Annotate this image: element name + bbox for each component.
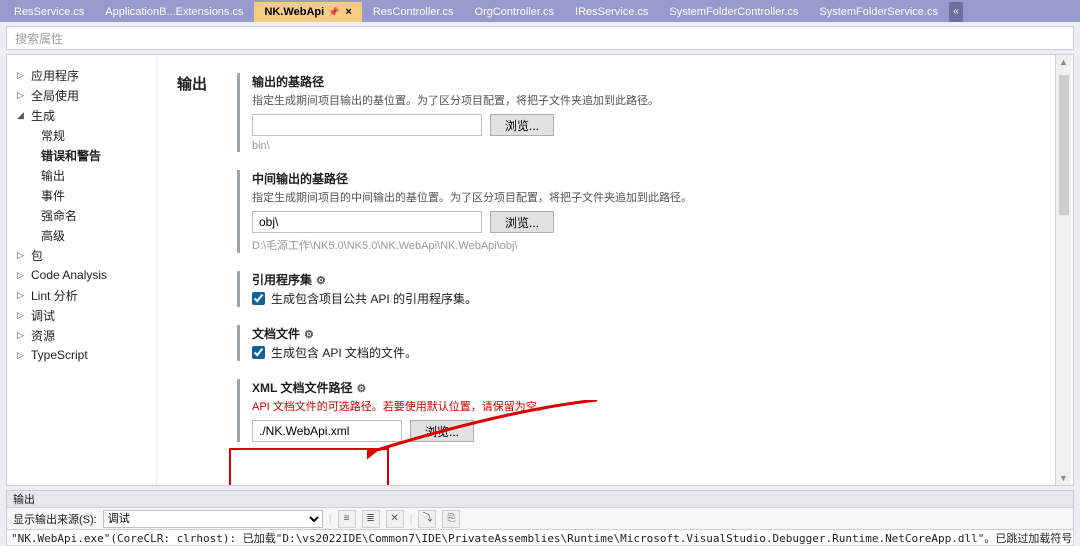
label-refasm-title: 引用程序集 xyxy=(252,273,312,287)
gear-icon[interactable]: ⚙ xyxy=(356,383,366,395)
sidebar-item-advanced[interactable]: 高级 xyxy=(17,225,152,245)
output-source-label: 显示输出来源(S): xyxy=(13,511,97,527)
label-output-base-desc: 指定生成期间项目输出的基位置。为了区分项目配置，将把子文件夹追加到此路径。 xyxy=(252,92,1053,108)
property-page: ▷应用程序 ▷全局使用 ◢生成 常规 错误和警告 输出 事件 强命名 高级 ▷包… xyxy=(6,54,1074,486)
scroll-up-icon[interactable]: ▲ xyxy=(1057,55,1070,69)
tab-iresservice[interactable]: IResService.cs xyxy=(565,2,658,22)
toolbar-btn-3[interactable]: ✕ xyxy=(386,510,404,528)
editor-tabbar: ResService.cs ApplicationB...Extensions.… xyxy=(0,0,1080,22)
output-source-select[interactable]: 调试 xyxy=(103,510,323,528)
chevron-right-icon: ▷ xyxy=(17,330,29,341)
tab-resservice[interactable]: ResService.cs xyxy=(4,2,94,22)
input-intermediate-base[interactable] xyxy=(252,211,482,233)
hint-intermediate: D:\毛源工作\NK5.0\NK5.0\NK.WebApi\NK.WebApi\… xyxy=(252,237,1053,253)
checkbox-reference-assembly[interactable] xyxy=(252,292,265,305)
annotation-red-box xyxy=(229,448,389,485)
property-sidebar: ▷应用程序 ▷全局使用 ◢生成 常规 错误和警告 输出 事件 强命名 高级 ▷包… xyxy=(7,55,157,485)
output-panel-title: 输出 xyxy=(6,490,1074,508)
section-header-output: 输出 xyxy=(177,73,237,94)
scroll-down-icon[interactable]: ▼ xyxy=(1057,471,1070,485)
label-output-base-title: 输出的基路径 xyxy=(252,75,324,89)
output-log-line: "NK.WebApi.exe"(CoreCLR: clrhost): 已加载"D… xyxy=(6,530,1074,546)
browse-button-output-base[interactable]: 浏览... xyxy=(490,114,554,136)
group-doc-file: 文档文件 ⚙ 生成包含 API 文档的文件。 xyxy=(237,325,1053,361)
label-docfile-check: 生成包含 API 文档的文件。 xyxy=(271,344,417,361)
tab-sysfolderservice[interactable]: SystemFolderService.cs xyxy=(809,2,948,22)
search-placeholder: 搜索属性 xyxy=(15,30,63,47)
tab-overflow-button[interactable]: « xyxy=(949,2,963,22)
chevron-right-icon: ▷ xyxy=(17,70,29,81)
sidebar-item-package[interactable]: ▷包 xyxy=(17,245,152,265)
chevron-right-icon: ▷ xyxy=(17,350,29,361)
tab-appextensions[interactable]: ApplicationB...Extensions.cs xyxy=(95,2,253,22)
sidebar-item-app[interactable]: ▷应用程序 xyxy=(17,65,152,85)
checkbox-doc-file[interactable] xyxy=(252,346,265,359)
browse-button-intermediate[interactable]: 浏览... xyxy=(490,211,554,233)
chevron-right-icon: ▷ xyxy=(17,310,29,321)
sidebar-item-build[interactable]: ◢生成 xyxy=(17,105,152,125)
group-reference-assembly: 引用程序集 ⚙ 生成包含项目公共 API 的引用程序集。 xyxy=(237,271,1053,307)
chevron-down-icon: ◢ xyxy=(17,110,29,121)
input-xml-path[interactable] xyxy=(252,420,402,442)
sidebar-item-codeanalysis[interactable]: ▷Code Analysis xyxy=(17,265,152,285)
sidebar-item-errors[interactable]: 错误和警告 xyxy=(17,145,152,165)
browse-button-xml[interactable]: 浏览... xyxy=(410,420,474,442)
property-search-input[interactable]: 搜索属性 xyxy=(6,26,1074,50)
pin-icon: 📌 xyxy=(328,7,339,17)
chevron-right-icon: ▷ xyxy=(17,270,29,281)
hint-output-base: bin\ xyxy=(252,140,1053,152)
tab-rescontroller[interactable]: ResController.cs xyxy=(363,2,464,22)
toolbar-btn-4[interactable]: ⤵ xyxy=(418,510,436,528)
label-docfile-title: 文档文件 xyxy=(252,327,300,341)
label-intermediate-title: 中间输出的基路径 xyxy=(252,172,348,186)
label-intermediate-desc: 指定生成期间项目的中间输出的基位置。为了区分项目配置，将把子文件夹追加到此路径。 xyxy=(252,189,1053,205)
sidebar-item-resource[interactable]: ▷资源 xyxy=(17,325,152,345)
label-refasm-check: 生成包含项目公共 API 的引用程序集。 xyxy=(271,290,477,307)
group-xml-path: XML 文档文件路径 ⚙ API 文档文件的可选路径。若要使用默认位置，请保留为空… xyxy=(237,379,1053,442)
gear-icon[interactable]: ⚙ xyxy=(304,329,314,341)
output-panel: 输出 显示输出来源(S): 调试 | ≡ ≣ ✕ | ⤵ ⎘ "NK.WebAp… xyxy=(6,490,1074,546)
sidebar-item-lint[interactable]: ▷Lint 分析 xyxy=(17,285,152,305)
chevron-right-icon: ▷ xyxy=(17,90,29,101)
sidebar-item-debug[interactable]: ▷调试 xyxy=(17,305,152,325)
chevron-right-icon: ▷ xyxy=(17,250,29,261)
toolbar-btn-2[interactable]: ≣ xyxy=(362,510,380,528)
group-output-base: 输出的基路径 指定生成期间项目输出的基位置。为了区分项目配置，将把子文件夹追加到… xyxy=(237,73,1053,152)
toolbar-btn-1[interactable]: ≡ xyxy=(338,510,356,528)
label-xmlpath-desc: API 文档文件的可选路径。若要使用默认位置，请保留为空。 xyxy=(252,398,1053,414)
close-icon[interactable]: × xyxy=(345,6,351,18)
tab-sysfoldercontroller[interactable]: SystemFolderController.cs xyxy=(659,2,808,22)
sidebar-item-general[interactable]: 常规 xyxy=(17,125,152,145)
toolbar-btn-5[interactable]: ⎘ xyxy=(442,510,460,528)
output-toolbar: 显示输出来源(S): 调试 | ≡ ≣ ✕ | ⤵ ⎘ xyxy=(6,508,1074,530)
sidebar-item-events[interactable]: 事件 xyxy=(17,185,152,205)
property-main-panel: 输出 输出的基路径 指定生成期间项目输出的基位置。为了区分项目配置，将把子文件夹… xyxy=(157,55,1073,485)
chevron-right-icon: ▷ xyxy=(17,290,29,301)
gear-icon[interactable]: ⚙ xyxy=(316,275,326,287)
group-intermediate-base: 中间输出的基路径 指定生成期间项目的中间输出的基位置。为了区分项目配置，将把子文… xyxy=(237,170,1053,253)
tab-nkwebapi[interactable]: NK.WebApi📌× xyxy=(254,2,361,22)
sidebar-item-output[interactable]: 输出 xyxy=(17,165,152,185)
scroll-thumb[interactable] xyxy=(1059,75,1069,215)
tab-orgcontroller[interactable]: OrgController.cs xyxy=(465,2,564,22)
annotation-arrow-1 xyxy=(157,145,162,195)
label-xmlpath-title: XML 文档文件路径 xyxy=(252,381,352,395)
sidebar-item-global[interactable]: ▷全局使用 xyxy=(17,85,152,105)
input-output-base[interactable] xyxy=(252,114,482,136)
sidebar-item-strongname[interactable]: 强命名 xyxy=(17,205,152,225)
scrollbar-vertical[interactable]: ▲ ▼ xyxy=(1055,55,1071,485)
sidebar-item-typescript[interactable]: ▷TypeScript xyxy=(17,345,152,365)
